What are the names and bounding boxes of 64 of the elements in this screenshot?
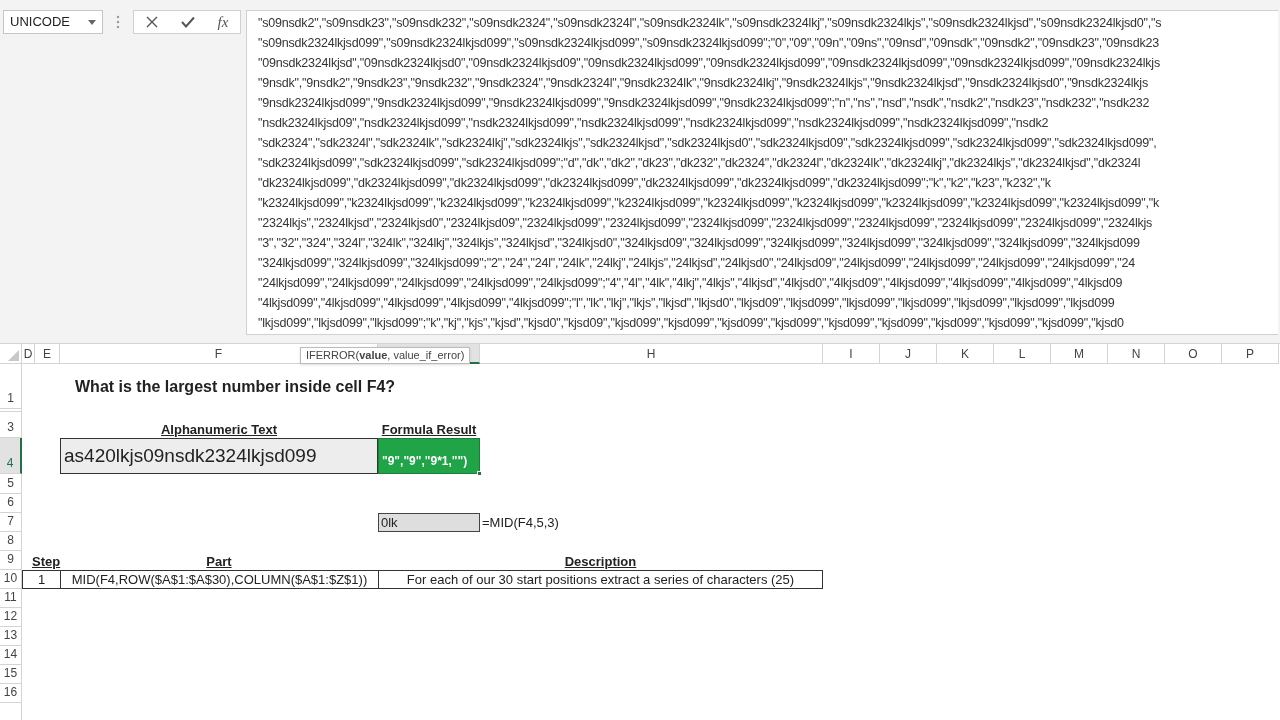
formula-line: "4lkjsd099","4lkjsd099","4lkjsd099","4lkjsd099","4lkjsd099";"l","lk","lkj","lkjs","lkjsd","lkjsd0","lkjsd09","lkjsd099","lkjsd099","lkjsd099","lkjsd099","lkjsd099","lkjsd099 bbox=[258, 295, 1116, 312]
spreadsheet-cell[interactable]: as420lkjs09nsdk2324lkjsd099 bbox=[60, 438, 378, 474]
column-header[interactable]: N bbox=[1131, 344, 1141, 363]
spreadsheet-cell[interactable]: 0lk bbox=[378, 513, 480, 532]
column-header[interactable]: J bbox=[905, 344, 911, 363]
column-header[interactable]: L bbox=[1018, 344, 1026, 363]
column-header[interactable]: M bbox=[1074, 344, 1084, 363]
table-heading: Part bbox=[206, 554, 232, 570]
row-header[interactable]: 8 bbox=[0, 532, 22, 551]
formula-line: "3","32","324","324l","324lk","324lkj","324lkjs","324lkjsd","324lkjsd0","324lkjsd09","324lkjsd099","324lkjsd099","324lkjsd099","324lkjsd099","324lkjsd099","324lkjsd099 bbox=[258, 235, 1141, 252]
dropdown-arrow-icon[interactable] bbox=[88, 19, 96, 25]
formula-line: "24lkjsd099","24lkjsd099","24lkjsd099","24lkjsd099","24lkjsd099";"4","4l","4lk","4lkj","4lkjs","4lkjsd","4lkjsd0","4lkjsd09","4lkjsd099","4lkjsd099","4lkjsd099","4lkjsd09 bbox=[258, 275, 1124, 292]
column-header[interactable]: I bbox=[849, 344, 853, 363]
row-header[interactable]: 16 bbox=[0, 684, 22, 703]
name-box-value: UNICODE bbox=[10, 13, 70, 32]
grip-icon[interactable] bbox=[116, 15, 120, 29]
name-box[interactable]: UNICODE bbox=[3, 10, 103, 34]
formula-line: "dk2324lkjsd099","dk2324lkjsd099","dk2324lkjsd099","dk2324lkjsd099","dk2324lkjsd099","dk2324lkjsd099","dk2324lkjsd099";"k","k2","k23","k232","k bbox=[258, 175, 1052, 192]
row-header[interactable]: 1 bbox=[0, 364, 22, 409]
column-header[interactable]: O bbox=[1188, 344, 1198, 363]
row-header[interactable]: 13 bbox=[0, 627, 22, 646]
formula-line: "9nsdk2324lkjsd099","9nsdk2324lkjsd099","9nsdk2324lkjsd099","9nsdk2324lkjsd099","9nsdk2324lkjsd099";"n","ns","nsd","nsdk","nsdk2","nsdk23","nsdk232","nsdk232 bbox=[258, 95, 1151, 112]
table-cell: For each of our 30 start positions extract a series of characters (25) bbox=[378, 570, 823, 589]
insert-function-button[interactable]: fx bbox=[217, 10, 229, 34]
function-tooltip: IFERROR(value, value_if_error) bbox=[300, 347, 471, 364]
formula-line: "324lkjsd099","324lkjsd099","324lkjsd099";"2","24","24l","24lk","24lkj","24lkjs","24lkjsd","24lkjsd0","24lkjsd09","24lkjsd099","24lkjsd099","24lkjsd099","24lkjsd099","24 bbox=[258, 255, 1137, 272]
fill-handle[interactable] bbox=[477, 471, 482, 476]
row-header[interactable]: 15 bbox=[0, 665, 22, 684]
formula-line: "k2324lkjsd099","k2324lkjsd099","k2324lkjsd099","k2324lkjsd099","k2324lkjsd099","k2324lkjsd099","k2324lkjsd099","k2324lkjsd099","k2324lkjsd099","k2324lkjsd099","k bbox=[258, 195, 1160, 212]
row-header[interactable]: 7 bbox=[0, 513, 22, 532]
row-header[interactable]: 9 bbox=[0, 551, 22, 570]
row-header[interactable]: 12 bbox=[0, 608, 22, 627]
formula-line: "9nsdk","9nsdk2","9nsdk23","9nsdk232","9nsdk2324","9nsdk2324l","9nsdk2324lk","9nsdk2324lkj","9nsdk2324lkjs","9nsdk2324lkjsd","9nsdk2324lkjsd0","9nsdk2324lkjs bbox=[258, 75, 1149, 92]
formula-line: "sdk2324","sdk2324l","sdk2324lk","sdk2324lkj","sdk2324lkjs","sdk2324lkjsd","sdk2324lkjsd0","sdk2324lkjsd09","sdk2324lkjsd099","sdk2324lkjsd099","sdk2324lkjsd099", bbox=[258, 135, 1158, 152]
formula-line: "sdk2324lkjsd099","sdk2324lkjsd099","sdk2324lkjsd099";"d","dk","dk2","dk23","dk232","dk2324","dk2324l","dk2324lk","dk2324lkj","dk2324lkjs","dk2324lkjsd","dk2324l bbox=[258, 155, 1142, 172]
table-heading: Step bbox=[32, 554, 61, 570]
cell-text: =MID(F4,5,3) bbox=[482, 513, 559, 532]
column-header[interactable]: E bbox=[43, 344, 51, 363]
column-header[interactable]: D bbox=[23, 344, 33, 363]
formula-line: "09nsdk2324lkjsd","09nsdk2324lkjsd0","09nsdk2324lkjsd09","09nsdk2324lkjsd099","09nsdk2324lkjsd099","09nsdk2324lkjsd099","09nsdk2324lkjsd099","09nsdk2324lkjs bbox=[258, 55, 1161, 72]
column-header[interactable]: P bbox=[1246, 344, 1254, 363]
table-heading: Description bbox=[564, 554, 637, 570]
row-header[interactable]: 11 bbox=[0, 589, 22, 608]
formula-line: "nsdk2324lkjsd09","nsdk2324lkjsd099","nsdk2324lkjsd099","nsdk2324lkjsd099","nsdk2324lkjsd099","nsdk2324lkjsd099","nsdk2324lkjsd099","nsdk2 bbox=[258, 115, 1050, 132]
row-header[interactable]: 5 bbox=[0, 474, 22, 494]
formula-line: "2324lkjs","2324lkjsd","2324lkjsd0","2324lkjsd09","2324lkjsd099","2324lkjsd099","2324lkjsd099","2324lkjsd099","2324lkjsd099","2324lkjsd099","2324lkjsd099","2324lkjs bbox=[258, 215, 1154, 232]
column-header[interactable]: H bbox=[646, 344, 656, 363]
column-heading: Alphanumeric Text bbox=[160, 422, 278, 438]
formula-line: "s09nsdk2324lkjsd099","s09nsdk2324lkjsd099","s09nsdk2324lkjsd099","s09nsdk2324lkjsd099";"0","09","09n","09ns","09nsd","09nsdk","09nsdk2","09nsdk23","09nsdk23 bbox=[258, 35, 1160, 52]
formula-line: "lkjsd099","lkjsd099","lkjsd099";"k","kj","kjs","kjsd","kjsd0","kjsd09","kjsd099","kjsd099","kjsd099","kjsd099","kjsd099","kjsd099","kjsd099","kjsd099","kjsd099","kjsd0 bbox=[258, 315, 1125, 332]
cancel-icon[interactable] bbox=[145, 16, 158, 28]
row-header[interactable]: 4 bbox=[0, 438, 22, 474]
formula-line: "s09nsdk2","s09nsdk23","s09nsdk232","s09nsdk2324","s09nsdk2324l","s09nsdk2324lk","s09nsdk2324lkj","s09nsdk2324lkjs","s09nsdk2324lkjsd","s09nsdk2324lkjsd0","s bbox=[258, 15, 1163, 32]
column-header[interactable]: F bbox=[214, 344, 223, 363]
row-header[interactable]: 6 bbox=[0, 494, 22, 513]
column-heading: Formula Result bbox=[381, 422, 477, 438]
table-cell: 1 bbox=[22, 570, 60, 589]
column-header[interactable]: K bbox=[961, 344, 969, 363]
question-text: What is the largest number inside cell F4? bbox=[75, 377, 396, 395]
formula-bar[interactable] bbox=[246, 10, 1278, 335]
row-header[interactable]: 10 bbox=[0, 570, 22, 589]
table-cell: MID(F4,ROW($A$1:$A$30),COLUMN($A$1:$Z$1)) bbox=[60, 570, 378, 589]
checkmark-icon[interactable] bbox=[180, 16, 195, 28]
row-header[interactable]: 14 bbox=[0, 646, 22, 665]
